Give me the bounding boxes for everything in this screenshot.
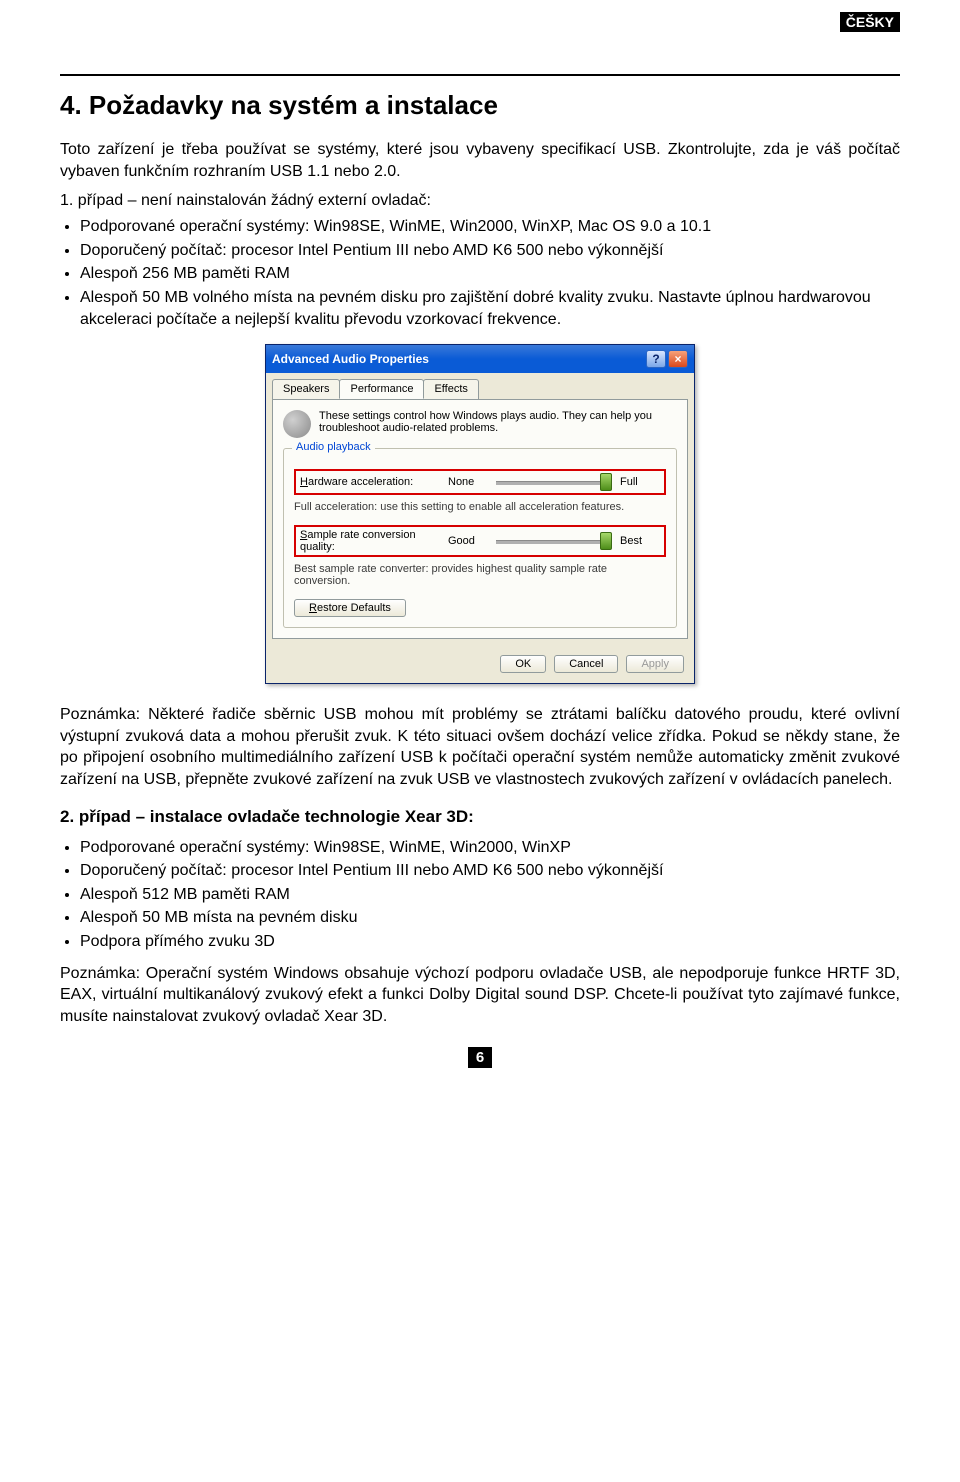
- help-icon[interactable]: ?: [646, 350, 666, 368]
- tab-performance[interactable]: Performance: [339, 379, 424, 399]
- case2-title: 2. případ – instalace ovladače technolog…: [60, 807, 900, 827]
- page-number: 6: [468, 1047, 492, 1068]
- note-2: Poznámka: Operační systém Windows obsahu…: [60, 963, 900, 1028]
- sr-best-label: Best: [620, 535, 660, 547]
- list-item: Doporučený počítač: procesor Intel Penti…: [80, 860, 900, 882]
- hw-accel-slider[interactable]: [496, 473, 612, 491]
- hw-accel-label: Hardware acceleration:: [300, 476, 440, 488]
- note-1: Poznámka: Některé řadiče sběrnic USB moh…: [60, 704, 900, 790]
- case2-list: Podporované operační systémy: Win98SE, W…: [60, 837, 900, 953]
- list-item: Podpora přímého zvuku 3D: [80, 931, 900, 953]
- groupbox-legend: Audio playback: [292, 441, 375, 453]
- audio-playback-group: Audio playback Hardware acceleration: No…: [283, 448, 677, 628]
- sample-rate-label: Sample rate conversion quality:: [300, 529, 440, 553]
- tab-content: These settings control how Windows plays…: [272, 399, 688, 639]
- dialog-button-row: OK Cancel Apply: [266, 645, 694, 683]
- dialog-desc: These settings control how Windows plays…: [319, 410, 677, 434]
- lang-badge: ČEŠKY: [840, 12, 900, 32]
- list-item: Podporované operační systémy: Win98SE, W…: [80, 837, 900, 859]
- ok-button[interactable]: OK: [500, 655, 546, 673]
- sr-hint: Best sample rate converter: provides hig…: [294, 563, 666, 587]
- list-item: Podporované operační systémy: Win98SE, W…: [80, 216, 900, 238]
- sample-rate-row: Sample rate conversion quality: Good Bes…: [294, 525, 666, 557]
- apply-button[interactable]: Apply: [626, 655, 684, 673]
- case1-list: Podporované operační systémy: Win98SE, W…: [60, 216, 900, 330]
- speaker-icon: [283, 410, 311, 438]
- slider-thumb[interactable]: [600, 473, 612, 491]
- top-rule: [60, 74, 900, 76]
- intro-paragraph: Toto zařízení je třeba používat se systé…: [60, 139, 900, 182]
- sr-good-label: Good: [448, 535, 488, 547]
- dialog-titlebar: Advanced Audio Properties ? ×: [266, 345, 694, 373]
- tab-effects[interactable]: Effects: [423, 379, 478, 399]
- slider-thumb[interactable]: [600, 532, 612, 550]
- section-title: 4. Požadavky na systém a instalace: [60, 90, 900, 121]
- list-item: Doporučený počítač: procesor Intel Penti…: [80, 240, 900, 262]
- dialog-title: Advanced Audio Properties: [272, 352, 429, 366]
- restore-defaults-button[interactable]: Restore Defaults: [294, 599, 406, 617]
- list-item: Alespoň 512 MB paměti RAM: [80, 884, 900, 906]
- cancel-button[interactable]: Cancel: [554, 655, 618, 673]
- dialog-tabs: Speakers Performance Effects: [266, 373, 694, 399]
- hw-none-label: None: [448, 476, 488, 488]
- sample-rate-slider[interactable]: [496, 532, 612, 550]
- hw-hint: Full acceleration: use this setting to e…: [294, 501, 666, 513]
- case1-title: 1. případ – není nainstalován žádný exte…: [60, 192, 900, 210]
- list-item: Alespoň 50 MB místa na pevném disku: [80, 907, 900, 929]
- tab-speakers[interactable]: Speakers: [272, 379, 340, 399]
- list-item: Alespoň 50 MB volného místa na pevném di…: [80, 287, 900, 330]
- hw-full-label: Full: [620, 476, 660, 488]
- list-item: Alespoň 256 MB paměti RAM: [80, 263, 900, 285]
- close-icon[interactable]: ×: [668, 350, 688, 368]
- hw-accel-row: Hardware acceleration: None Full: [294, 469, 666, 495]
- audio-properties-dialog: Advanced Audio Properties ? × Speakers P…: [265, 344, 695, 684]
